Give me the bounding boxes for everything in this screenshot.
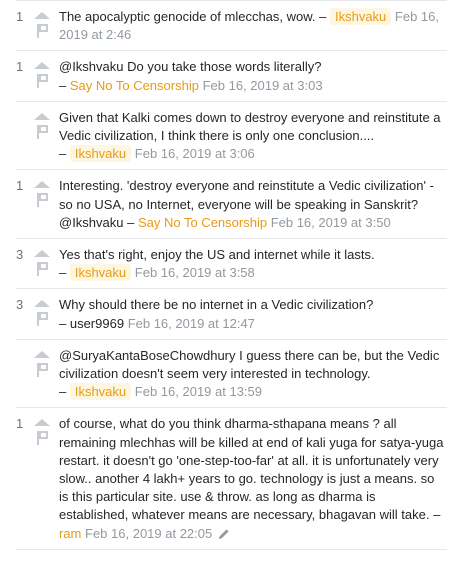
comment-score — [16, 346, 30, 402]
flag-icon[interactable] — [37, 362, 49, 377]
comment-text: @Ikshvaku Do you take those words litera… — [59, 59, 322, 75]
flag-icon[interactable] — [37, 24, 49, 38]
upvote-arrow-icon[interactable] — [34, 419, 50, 427]
comment-body: The apocalyptic genocide of mlecchas, wo… — [59, 7, 447, 44]
flag-cloth — [39, 262, 48, 271]
comment: 3 Why should there be no internet in a Ve… — [16, 289, 447, 340]
flag-icon[interactable] — [37, 193, 49, 208]
vote-column — [33, 295, 51, 332]
comment-user-link[interactable]: Ikshvaku — [69, 383, 132, 401]
comment-text: @SuryaKantaBoseChowdhury I guess there c… — [59, 347, 440, 382]
vote-column — [33, 176, 51, 232]
comment: @SuryaKantaBoseChowdhury I guess there c… — [16, 340, 447, 409]
comment-list: 1 The apocalyptic genocide of mlecchas, w… — [16, 0, 447, 550]
comment-text: – — [59, 265, 70, 281]
comment-score — [16, 108, 30, 164]
comment-user-link[interactable]: ram — [59, 526, 81, 541]
vote-column — [33, 57, 51, 94]
comment-actions: 1 — [16, 414, 59, 542]
flag-icon[interactable] — [37, 431, 49, 446]
comment-score: 3 — [16, 247, 24, 263]
comment-text: Given that Kalki comes down to destroy e… — [59, 109, 441, 144]
comment-actions: 3 — [16, 245, 59, 282]
comment-date[interactable]: Feb 16, 2019 at 13:59 — [135, 384, 262, 399]
upvote-arrow-icon[interactable] — [34, 300, 50, 308]
comment-score: 1 — [16, 9, 24, 24]
comment-body: Given that Kalki comes down to destroy e… — [59, 108, 447, 164]
comment-user-link[interactable]: Ikshvaku — [69, 145, 132, 163]
flag-cloth — [39, 193, 48, 202]
vote-column — [33, 245, 51, 282]
vote-column — [33, 7, 51, 44]
comment-actions: 1 — [16, 176, 59, 232]
comment: 1 Interesting. 'destroy everyone and rein… — [16, 170, 447, 240]
comment-text: – — [59, 384, 70, 400]
pencil-edit-icon[interactable] — [218, 528, 230, 540]
comment-user-link[interactable]: Say No To Censorship — [70, 78, 199, 93]
comment-user-link[interactable]: user9969 — [70, 316, 124, 331]
comment-date[interactable]: Feb 16, 2019 at 3:50 — [271, 215, 391, 230]
comment: 3 Yes that's right, enjoy the US and inte… — [16, 239, 447, 290]
comment-actions: 1 — [16, 57, 59, 94]
comment-score: 3 — [16, 297, 24, 313]
comment-actions: 3 — [16, 295, 59, 332]
comment-user-link[interactable]: Ikshvaku — [329, 8, 392, 25]
comment: 1 The apocalyptic genocide of mlecchas, w… — [16, 1, 447, 52]
comment-body: @SuryaKantaBoseChowdhury I guess there c… — [59, 346, 447, 402]
flag-cloth — [39, 312, 48, 321]
comment-body: Interesting. 'destroy everyone and reins… — [59, 176, 447, 232]
upvote-arrow-icon[interactable] — [34, 350, 50, 358]
comment-text: Yes that's right, enjoy the US and inter… — [59, 247, 375, 263]
flag-cloth — [39, 24, 48, 32]
flag-cloth — [39, 124, 48, 133]
comment-actions — [16, 108, 59, 164]
vote-column — [33, 414, 51, 542]
upvote-arrow-icon[interactable] — [34, 181, 50, 189]
comment-text: – — [59, 315, 70, 331]
comment-date[interactable]: Feb 16, 2019 at 12:47 — [128, 316, 255, 331]
comment-user-link[interactable]: Say No To Censorship — [138, 215, 267, 230]
upvote-arrow-icon[interactable] — [34, 250, 50, 258]
comment-body: @Ikshvaku Do you take those words litera… — [59, 57, 447, 94]
upvote-arrow-icon[interactable] — [34, 12, 50, 19]
comment-text: The apocalyptic genocide of mlecchas, wo… — [59, 9, 330, 24]
vote-column — [33, 346, 51, 402]
comment: 1 of course, what do you think dharma-sth… — [16, 408, 447, 550]
comment-score: 1 — [16, 416, 24, 432]
comment-date[interactable]: Feb 16, 2019 at 3:58 — [135, 265, 255, 280]
flag-icon[interactable] — [37, 74, 49, 89]
flag-cloth — [39, 431, 48, 440]
comment-actions: 1 — [16, 7, 59, 44]
upvote-arrow-icon[interactable] — [34, 62, 50, 70]
flag-icon[interactable] — [37, 124, 49, 139]
flag-cloth — [39, 74, 48, 83]
comment: Given that Kalki comes down to destroy e… — [16, 102, 447, 171]
flag-icon[interactable] — [37, 312, 49, 327]
comment-date[interactable]: Feb 16, 2019 at 22:05 — [85, 526, 212, 541]
vote-column — [33, 108, 51, 164]
comment-date[interactable]: Feb 16, 2019 at 3:06 — [135, 146, 255, 161]
comment-text: – — [59, 146, 70, 162]
comment-date[interactable]: Feb 16, 2019 at 3:03 — [203, 78, 323, 93]
upvote-arrow-icon[interactable] — [34, 112, 50, 120]
flag-icon[interactable] — [37, 262, 49, 277]
comment-score: 1 — [16, 59, 24, 75]
comment-body: Yes that's right, enjoy the US and inter… — [59, 245, 447, 282]
flag-cloth — [39, 362, 48, 371]
comment-text: – — [59, 77, 70, 93]
comment-actions — [16, 346, 59, 402]
comment-body: of course, what do you think dharma-stha… — [59, 414, 447, 542]
comment: 1 @Ikshvaku Do you take those words liter… — [16, 51, 447, 102]
comment-text: Why should there be no internet in a Ved… — [59, 297, 374, 313]
comment-user-link[interactable]: Ikshvaku — [69, 264, 132, 282]
comment-score: 1 — [16, 178, 24, 194]
comment-text: of course, what do you think dharma-stha… — [59, 416, 444, 523]
comment-body: Why should there be no internet in a Ved… — [59, 295, 447, 332]
